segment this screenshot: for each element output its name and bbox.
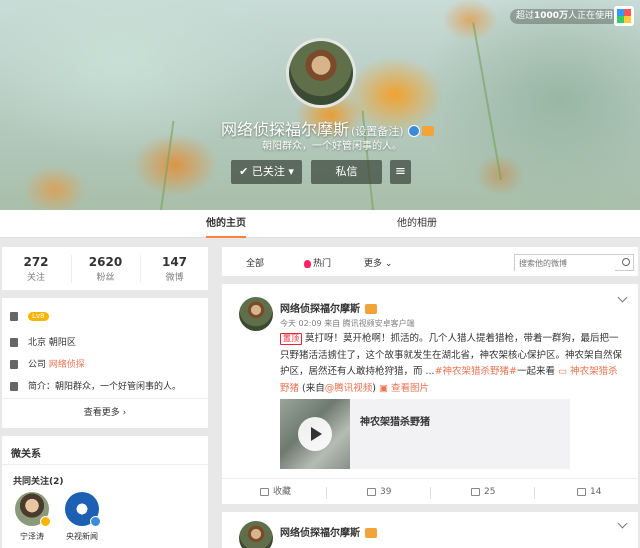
- crown-icon: [421, 125, 434, 136]
- location-pin-icon: [10, 338, 18, 347]
- post-author[interactable]: 网络侦探福尔摩斯: [280, 524, 378, 539]
- vip-icon: [40, 516, 51, 527]
- avatar[interactable]: [239, 521, 273, 548]
- video-card[interactable]: 神农架猎杀野猪: [280, 399, 570, 469]
- post-actions: 收藏 39 25 14: [222, 478, 638, 504]
- search-icon[interactable]: [622, 258, 630, 266]
- chevron-down-icon[interactable]: [617, 518, 628, 529]
- crown-icon: [365, 304, 378, 314]
- intro-row: 简介：朝阳群众，一个好管闲事的人。: [10, 379, 181, 392]
- post-meta: 今天 02:09 来自 腾讯视频安卓客户端: [280, 319, 415, 328]
- thumbs-up-icon: [577, 487, 586, 496]
- divider: [430, 487, 431, 499]
- weibo-search: [514, 254, 634, 271]
- banner-decoration: [160, 120, 175, 210]
- location-row: 北京 朝阳区: [10, 335, 76, 348]
- stats-card: 272 关注 2620 粉丝 147 微博: [2, 247, 208, 290]
- video-title[interactable]: 神农架猎杀野猪: [360, 413, 430, 428]
- relations-title: 微关系: [11, 449, 41, 460]
- post-text: 置顶 莫打呀！莫开枪啊！抓活的。几个人猎人提着猎枪，带着一群狗，最后把一只野猪活活…: [280, 333, 623, 394]
- tab-home[interactable]: 他的主页: [206, 210, 246, 238]
- crown-icon: [365, 528, 378, 538]
- bookmark-icon: [10, 312, 18, 321]
- filter-more[interactable]: 更多 ⌄: [364, 256, 392, 269]
- search-input[interactable]: [515, 256, 615, 271]
- avatar[interactable]: [15, 492, 51, 527]
- chevron-down-icon[interactable]: [617, 292, 628, 303]
- mutual-friend[interactable]: 宁泽涛: [7, 492, 57, 542]
- divider: [2, 464, 208, 465]
- filter-all[interactable]: 全部: [246, 256, 264, 269]
- comment-button[interactable]: 25: [471, 479, 495, 505]
- stat-following[interactable]: 272 关注: [2, 255, 70, 283]
- follow-button[interactable]: ✔ 已关注 ▾: [231, 160, 302, 184]
- hashtag-link[interactable]: #神农架猎杀野猪#: [435, 366, 517, 377]
- mutual-friend[interactable]: 央视新闻: [57, 492, 107, 542]
- profile-intro: 朝阳群众，一个好管闲事的人。: [262, 141, 402, 152]
- feed-filter-bar: 全部 热门 更多 ⌄: [222, 247, 638, 276]
- like-button[interactable]: 14: [577, 479, 601, 505]
- collect-button[interactable]: 收藏: [260, 479, 291, 505]
- level-row: Lv8: [10, 312, 49, 322]
- see-more-link[interactable]: 查看更多 ›: [2, 405, 208, 418]
- company-row: 公司 网络侦探: [10, 357, 85, 370]
- message-button[interactable]: 私信: [311, 160, 382, 184]
- view-picture-link[interactable]: ▣ 查看图片: [379, 383, 429, 394]
- briefcase-icon: [10, 360, 18, 369]
- source-mention-link[interactable]: @腾讯视频: [325, 383, 373, 394]
- divider: [534, 487, 535, 499]
- profile-info-card: Lv8 北京 朝阳区 公司 网络侦探 简介：朝阳群众，一个好管闲事的人。 查看更…: [2, 298, 208, 428]
- post-author[interactable]: 网络侦探福尔摩斯: [280, 300, 378, 315]
- repost-button[interactable]: 39: [367, 479, 391, 505]
- star-icon: [260, 487, 269, 496]
- verified-icon: [407, 124, 420, 137]
- relations-card: 微关系 共同关注(2) 宁泽涛 央视新闻: [2, 436, 208, 548]
- pinned-badge: 置顶: [280, 333, 302, 345]
- play-icon[interactable]: [298, 417, 332, 451]
- company-link[interactable]: 网络侦探: [49, 360, 85, 370]
- video-thumbnail[interactable]: [280, 399, 350, 469]
- tab-album[interactable]: 他的相册: [397, 210, 437, 238]
- avatar[interactable]: [65, 492, 101, 527]
- fire-icon: [304, 259, 311, 268]
- verified-icon: [90, 516, 101, 527]
- profile-tabs: 他的主页 他的相册: [0, 210, 640, 238]
- weibo-post: 网络侦探福尔摩斯 今天 02:09 来自 腾讯视频安卓客户端 置顶 莫打呀！莫开枪…: [222, 284, 638, 504]
- mutual-follow-label: 共同关注(2): [13, 477, 64, 487]
- avatar[interactable]: [239, 297, 273, 331]
- palette-icon[interactable]: [614, 6, 634, 26]
- repost-icon: [367, 487, 376, 496]
- pencil-icon: [10, 382, 18, 391]
- online-count-badge: 超过1000万人正在使用: [510, 9, 620, 24]
- comment-icon: [471, 487, 480, 496]
- banner-decoration: [472, 22, 502, 181]
- stat-followers[interactable]: 2620 粉丝: [71, 255, 139, 283]
- weibo-post: 网络侦探福尔摩斯: [222, 512, 638, 548]
- level-badge[interactable]: Lv8: [28, 312, 49, 321]
- profile-banner: 超过1000万人正在使用 网络侦探福尔摩斯 (设置备注) 朝阳群众，一个好管闲事的…: [0, 0, 640, 210]
- filter-hot[interactable]: 热门: [304, 256, 331, 269]
- profile-avatar[interactable]: [286, 38, 356, 108]
- divider: [326, 487, 327, 499]
- stat-posts[interactable]: 147 微博: [140, 255, 208, 283]
- more-menu-button[interactable]: ≡: [390, 160, 411, 184]
- divider: [2, 398, 208, 399]
